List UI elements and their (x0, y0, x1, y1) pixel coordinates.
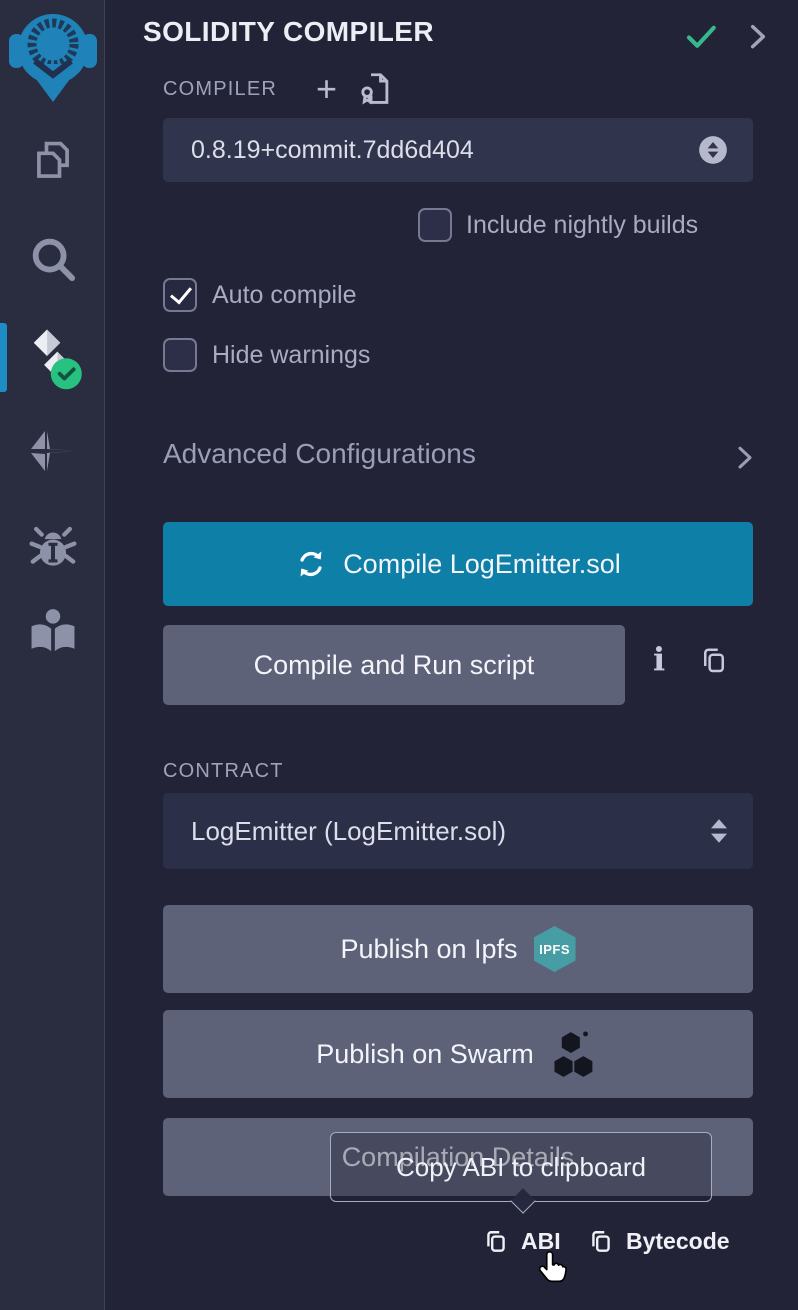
sidebar-item-search[interactable] (0, 232, 105, 286)
page-title: SOLIDITY COMPILER (143, 16, 434, 48)
sidebar-item-deploy-and-run[interactable] (0, 426, 105, 476)
publish-swarm-label: Publish on Swarm (316, 1039, 534, 1070)
contract-select[interactable]: LogEmitter (LogEmitter.sol) (163, 793, 753, 869)
compiler-section-label: COMPILER (163, 78, 277, 101)
solidity-compiler-panel: SOLIDITY COMPILER COMPILER 0.8.19+commit… (0, 0, 798, 1310)
debugger-icon (26, 520, 80, 574)
auto-compile-label[interactable]: Auto compile (212, 281, 357, 310)
contract-section-label: CONTRACT (163, 760, 284, 783)
bytecode-label: Bytecode (626, 1228, 730, 1255)
deploy-run-icon (25, 426, 81, 476)
copy-bytecode-button[interactable]: Bytecode (588, 1228, 730, 1255)
sidebar-item-learn[interactable] (0, 604, 105, 660)
copy-script-icon[interactable] (699, 646, 729, 676)
include-nightly-label[interactable]: Include nightly builds (466, 211, 698, 240)
add-compiler-icon[interactable] (316, 68, 337, 110)
refresh-icon (295, 548, 327, 580)
info-icon[interactable] (653, 640, 665, 678)
book-reader-icon (25, 604, 81, 660)
advanced-config-chevron-icon[interactable] (730, 440, 760, 474)
collapse-panel-chevron-icon[interactable] (742, 18, 774, 54)
tooltip-text: Copy ABI to clipboard (396, 1152, 646, 1183)
remix-logo-icon[interactable] (0, 6, 105, 106)
solidity-compiler-icon (22, 328, 84, 390)
select-arrows-icon (707, 816, 731, 846)
file-explorer-icon (27, 136, 79, 188)
ipfs-logo-icon: IPFS (534, 926, 576, 972)
sidebar-item-debugger[interactable] (0, 520, 105, 574)
icon-rail (0, 0, 105, 1310)
copy-abi-button[interactable]: ABI (483, 1228, 561, 1255)
sidebar-item-solidity-compiler[interactable] (0, 328, 105, 390)
copy-abi-icon (483, 1229, 509, 1255)
compiler-version-select[interactable]: 0.8.19+commit.7dd6d404 (163, 118, 753, 182)
compile-button-label: Compile LogEmitter.sol (343, 549, 621, 580)
compile-and-run-button[interactable]: Compile and Run script (163, 625, 625, 705)
swarm-logo-icon (550, 1029, 600, 1079)
copy-bytecode-icon (588, 1229, 614, 1255)
compile-button[interactable]: Compile LogEmitter.sol (163, 522, 753, 606)
advanced-configurations-toggle[interactable]: Advanced Configurations (163, 438, 476, 470)
search-icon (26, 232, 80, 286)
sidebar-item-file-explorer[interactable] (0, 136, 105, 188)
compile-success-check-icon (683, 18, 719, 54)
compiler-version-value: 0.8.19+commit.7dd6d404 (191, 136, 474, 165)
auto-compile-checkbox[interactable] (163, 278, 197, 312)
select-updown-icon (697, 134, 729, 166)
mouse-pointer-cursor (535, 1250, 569, 1290)
contract-select-value: LogEmitter (LogEmitter.sol) (191, 816, 506, 847)
publish-swarm-button[interactable]: Publish on Swarm (163, 1010, 753, 1098)
compile-and-run-label: Compile and Run script (254, 650, 535, 681)
publish-ipfs-label: Publish on Ipfs (340, 934, 517, 965)
include-nightly-checkbox[interactable] (418, 208, 452, 242)
publish-ipfs-button[interactable]: Publish on Ipfs IPFS (163, 905, 753, 993)
abi-label: ABI (521, 1228, 561, 1255)
compiler-config-file-icon[interactable] (356, 70, 394, 108)
remix-logo (8, 6, 98, 106)
hide-warnings-checkbox[interactable] (163, 338, 197, 372)
hide-warnings-label[interactable]: Hide warnings (212, 341, 370, 370)
